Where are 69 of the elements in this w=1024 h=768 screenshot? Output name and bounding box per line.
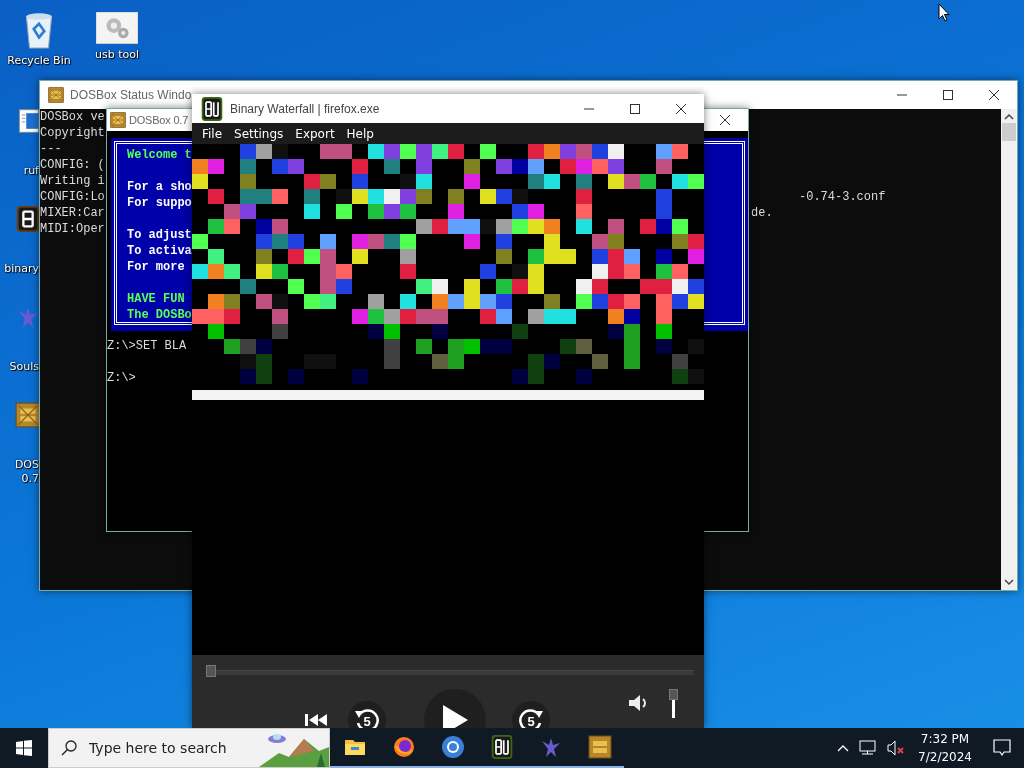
welcome-line: HAVE FUN xyxy=(127,291,185,307)
console-line: Copyright xyxy=(40,126,105,140)
welcome-line: Welcome t xyxy=(127,147,192,163)
volume-muted-icon[interactable] xyxy=(887,740,906,756)
maximize-icon[interactable] xyxy=(943,90,953,100)
forward-button[interactable]: 5 xyxy=(512,701,550,728)
search-icon[interactable] xyxy=(61,740,77,756)
chevron-up-icon[interactable] xyxy=(837,744,850,752)
window-title: Binary Waterfall | firefox.exe xyxy=(230,101,380,116)
notification-icon[interactable] xyxy=(993,739,1011,757)
volume-slider[interactable] xyxy=(669,689,678,718)
console-line: --- xyxy=(40,142,62,156)
menu-item[interactable]: File xyxy=(196,126,229,141)
dosbox-icon xyxy=(110,112,126,128)
dosbox-icon xyxy=(48,87,64,103)
prompt-line: Z:\> xyxy=(107,370,136,386)
console-line: DOSBox ve xyxy=(40,110,105,124)
welcome-line: To activa xyxy=(127,243,192,259)
rewind-button[interactable]: 5 xyxy=(348,701,386,728)
icon-label: DOS 0.7 xyxy=(14,458,39,486)
clock-time[interactable]: 7:32 PM xyxy=(920,730,970,748)
dosbox-icon xyxy=(15,402,41,428)
console-line: -0.74-3.conf xyxy=(799,189,886,205)
seek-slider[interactable] xyxy=(206,665,694,677)
scrollbar[interactable] xyxy=(1001,109,1017,590)
gears-icon xyxy=(96,12,138,44)
network-icon[interactable] xyxy=(859,740,878,756)
welcome-line: For suppo xyxy=(127,195,192,211)
menu-item[interactable]: Settings xyxy=(228,126,290,141)
scroll-up-icon[interactable] xyxy=(1004,113,1014,121)
search-field[interactable]: Type here to search xyxy=(87,739,261,757)
console-line: CONFIG: ( xyxy=(40,158,105,172)
clock-date[interactable]: 7/2/2024 xyxy=(918,748,972,766)
menu-item[interactable]: Help xyxy=(340,126,380,141)
close-icon[interactable] xyxy=(720,115,730,125)
menu-item[interactable]: Export xyxy=(289,126,341,141)
console-line: MIXER:Car xyxy=(40,206,105,220)
welcome-line: For a sho xyxy=(127,179,192,195)
window-title: DOSBox 0.7 xyxy=(129,114,189,126)
seek-thumb[interactable] xyxy=(206,665,216,677)
browser-icon[interactable] xyxy=(440,735,465,759)
firefox-icon[interactable] xyxy=(391,735,416,759)
search-box[interactable]: Type here to search xyxy=(48,728,330,768)
icon-label: Recycle Bin xyxy=(7,54,71,67)
prompt-line: Z:\>SET BLA xyxy=(107,338,187,354)
console-line: CONFIG:Lo xyxy=(40,190,105,204)
console-line: de. xyxy=(751,205,773,221)
icon-label: usb tool xyxy=(95,47,139,61)
welcome-line: For more xyxy=(127,259,185,275)
icon-label: ruf xyxy=(23,164,39,178)
dosbox-icon[interactable] xyxy=(587,735,612,759)
windows-logo-icon[interactable] xyxy=(16,740,32,756)
scroll-thumb[interactable] xyxy=(1002,123,1016,141)
scroll-down-icon[interactable] xyxy=(1004,578,1014,586)
skip-back-button[interactable] xyxy=(304,712,328,728)
mouse-cursor-icon xyxy=(938,3,950,22)
maximize-icon[interactable] xyxy=(630,103,640,114)
window-title: DOSBox Status Windo xyxy=(70,88,192,102)
icon-label: binary xyxy=(4,262,39,276)
seven-segment-icon[interactable] xyxy=(489,735,514,759)
welcome-line: The DOSBo xyxy=(127,307,192,323)
welcome-line: To adjust xyxy=(127,227,192,243)
close-icon[interactable] xyxy=(989,90,999,100)
seven-segment-icon xyxy=(15,206,41,232)
seven-segment-icon[interactable] xyxy=(200,96,224,121)
console-line: Writing i xyxy=(40,174,105,188)
icon-label: Souls xyxy=(9,360,39,374)
close-icon[interactable] xyxy=(676,103,686,114)
console-line: MIDI:Oper xyxy=(40,222,105,236)
